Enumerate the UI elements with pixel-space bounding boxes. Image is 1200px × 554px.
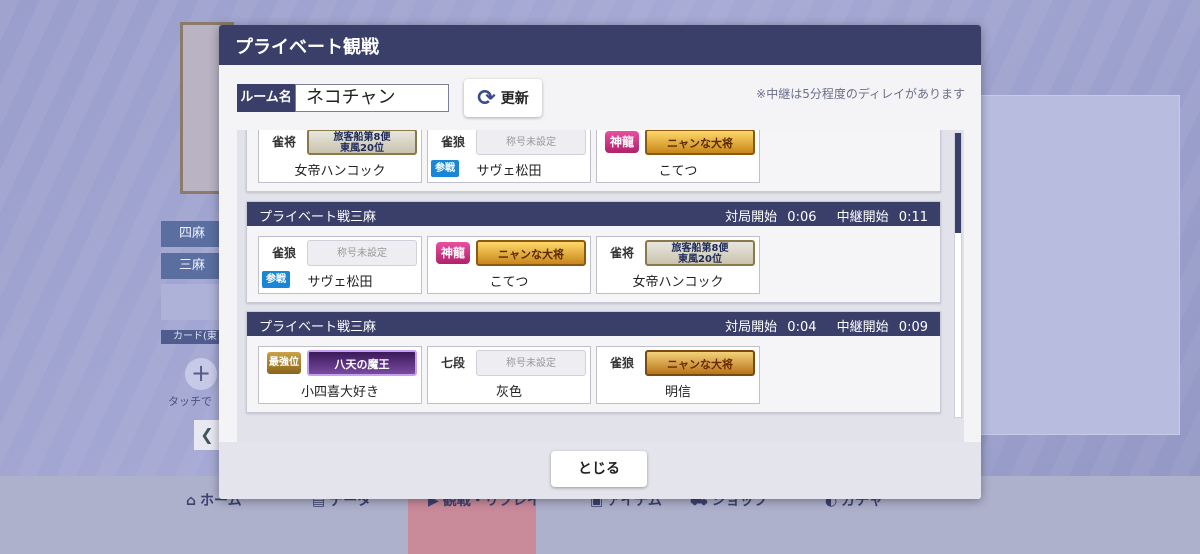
start-label: 対局開始 xyxy=(725,320,778,335)
player-card[interactable]: 雀狼 ニャンな大将 明信 xyxy=(596,346,760,404)
refresh-icon: ⟳ xyxy=(477,85,496,111)
player-name: こてつ xyxy=(658,164,698,179)
home-icon: ⌂ xyxy=(186,493,197,509)
private-spectate-dialog: プライベート観戦 ※中継は5分程度のディレイがあります ルーム名 ネコチャン ⟳… xyxy=(219,25,981,499)
rank-badge: 神龍 xyxy=(436,242,470,264)
title-slot xyxy=(161,284,219,320)
rank-badge: 神龍 xyxy=(605,131,639,153)
touch-hint: タッチで xyxy=(168,395,212,408)
match-header: プライベート戦三麻 対局開始 0:04 中継開始 0:09 xyxy=(247,312,940,336)
rank-badge: 雀狼 xyxy=(271,246,296,260)
rank-badge: 雀将 xyxy=(609,246,634,260)
title-badge: 称号未設定 xyxy=(476,350,586,376)
rank-badge: 雀将 xyxy=(271,135,296,149)
refresh-button[interactable]: ⟳ 更新 xyxy=(464,79,542,117)
scrollbar-thumb[interactable] xyxy=(955,133,961,233)
relay-time: 0:09 xyxy=(898,320,928,335)
dialog-title: プライベート観戦 xyxy=(235,37,379,58)
match-header: プライベート戦三麻 対局開始 0:06 中継開始 0:11 xyxy=(247,202,940,226)
match-times: 対局開始 0:06 中継開始 0:11 xyxy=(719,206,928,225)
player-name: 灰色 xyxy=(495,385,522,400)
player-card[interactable]: 雀狼 称号未設定 参戦 サヴェ松田 xyxy=(427,130,591,183)
plus-icon: + xyxy=(185,358,217,390)
rank-badge: 雀狼 xyxy=(609,356,634,370)
player-card[interactable]: 雀将 旅客船第8便 東風20位 女帝ハンコック xyxy=(596,236,760,294)
match-times: 対局開始 0:04 中継開始 0:09 xyxy=(719,316,928,335)
player-card[interactable]: 最強位 八天の魔王 小四喜大好き xyxy=(258,346,422,404)
title-badge: 旅客船第8便 東風20位 xyxy=(645,240,755,266)
player-card[interactable]: 雀将 旅客船第8便 東風20位 女帝ハンコック xyxy=(258,130,422,183)
relay-time: 0:11 xyxy=(898,210,928,225)
player-row: 雀狼 称号未設定 参戦 サヴェ松田 神龍 ニャンな大将 こてつ 雀将 旅客船第8… xyxy=(258,236,760,294)
relay-label: 中継開始 xyxy=(836,210,889,225)
match-card[interactable]: プライベート戦三麻 対局開始 0:04 中継開始 0:09 最強位 八天の魔王 … xyxy=(246,311,941,413)
match-card[interactable]: プライベート戦三麻 対局開始 0:06 中継開始 0:11 雀狼 称号未設定 参… xyxy=(246,201,941,303)
side-panel xyxy=(980,95,1180,435)
player-name: サヴェ松田 xyxy=(307,275,373,290)
rank-badge: 七段 xyxy=(440,356,465,370)
card-label: カード(東 xyxy=(161,330,219,344)
start-label: 対局開始 xyxy=(725,210,778,225)
player-name: 女帝ハンコック xyxy=(632,275,724,290)
player-card[interactable]: 神龍 ニャンな大将 こてつ xyxy=(427,236,591,294)
player-name: 小四喜大好き xyxy=(300,385,379,400)
dialog-header: プライベート観戦 xyxy=(219,25,981,65)
start-time: 0:04 xyxy=(787,320,817,335)
close-button[interactable]: とじる xyxy=(551,451,647,487)
player-row: 最強位 八天の魔王 小四喜大好き 七段 称号未設定 灰色 雀狼 ニャンな大将 明… xyxy=(258,346,760,404)
title-badge: ニャンな大将 xyxy=(476,240,586,266)
title-badge: 称号未設定 xyxy=(476,130,586,155)
player-name: サヴェ松田 xyxy=(476,164,542,179)
player-name: 明信 xyxy=(664,385,691,400)
match-card[interactable]: 雀将 旅客船第8便 東風20位 女帝ハンコック 雀狼 称号未設定 参戦 サヴェ松… xyxy=(246,130,941,192)
room-name-row: ルーム名 ネコチャン xyxy=(237,84,449,112)
title-badge: 旅客船第8便 東風20位 xyxy=(307,130,417,155)
player-card[interactable]: 神龍 ニャンな大将 こてつ xyxy=(596,130,760,183)
mode-four-player: 四麻 xyxy=(161,221,219,247)
rank-badge: 雀狼 xyxy=(440,135,465,149)
delay-note: ※中継は5分程度のディレイがあります xyxy=(756,87,965,101)
back-arrow-icon: ❮ xyxy=(194,420,220,450)
match-name: プライベート戦三麻 xyxy=(259,210,377,225)
player-card[interactable]: 七段 称号未設定 灰色 xyxy=(427,346,591,404)
start-time: 0:06 xyxy=(787,210,817,225)
title-badge: ニャンな大将 xyxy=(645,130,755,155)
title-badge: 八天の魔王 xyxy=(307,350,417,376)
rank-badge: 最強位 xyxy=(267,352,301,374)
player-row: 雀将 旅客船第8便 東風20位 女帝ハンコック 雀狼 称号未設定 参戦 サヴェ松… xyxy=(258,130,760,183)
match-name: プライベート戦三麻 xyxy=(259,320,377,335)
title-badge: ニャンな大将 xyxy=(645,350,755,376)
player-card[interactable]: 雀狼 称号未設定 参戦 サヴェ松田 xyxy=(258,236,422,294)
mode-three-player: 三麻 xyxy=(161,253,219,279)
player-name: 女帝ハンコック xyxy=(294,164,386,179)
relay-label: 中継開始 xyxy=(836,320,889,335)
refresh-label: 更新 xyxy=(500,91,529,107)
room-name-input[interactable]: ネコチャン xyxy=(295,84,449,112)
title-badge: 称号未設定 xyxy=(307,240,417,266)
match-list[interactable]: 雀将 旅客船第8便 東風20位 女帝ハンコック 雀狼 称号未設定 参戦 サヴェ松… xyxy=(237,130,964,442)
player-name: こてつ xyxy=(489,275,529,290)
room-name-label: ルーム名 xyxy=(237,84,295,112)
